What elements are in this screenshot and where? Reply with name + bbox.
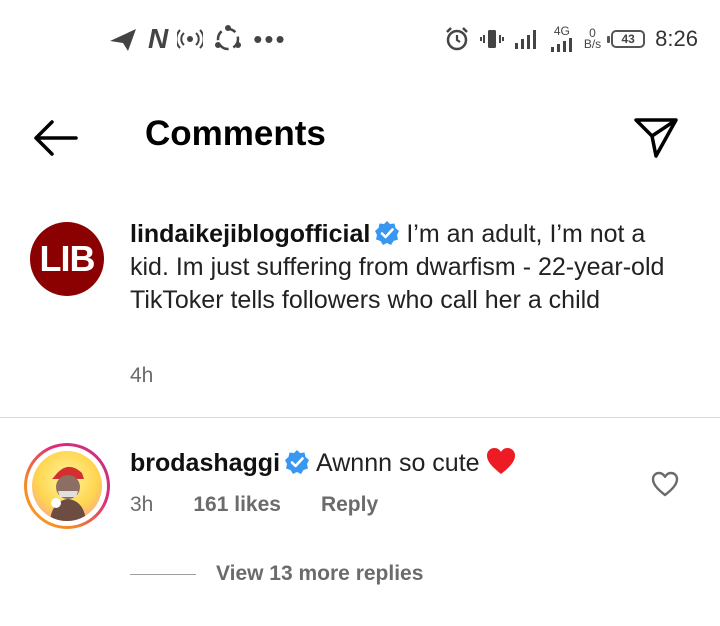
network-type-label: 4G bbox=[553, 23, 570, 38]
clock: 8:26 bbox=[655, 26, 698, 51]
network-type: 4G bbox=[550, 23, 574, 53]
sync-circle-icon bbox=[215, 25, 242, 51]
verified-badge-icon bbox=[285, 450, 310, 474]
comment-timestamp: 3h bbox=[130, 493, 154, 516]
caption-username[interactable]: lindaikejiblogofficial bbox=[130, 220, 370, 248]
status-left: N ••• bbox=[108, 24, 287, 54]
alarm-icon bbox=[445, 27, 468, 51]
verified-badge-icon bbox=[375, 221, 400, 245]
back-arrow-icon bbox=[34, 120, 78, 156]
n-app-icon: N bbox=[148, 23, 168, 54]
hotspot-icon bbox=[177, 29, 204, 49]
comment-likes[interactable]: 161 likes bbox=[193, 493, 281, 517]
header: Comments bbox=[0, 100, 720, 172]
like-comment-button[interactable] bbox=[650, 470, 680, 498]
battery-icon: 43 bbox=[607, 30, 646, 48]
comment-text-block: brodashaggi Awnnn so cute bbox=[130, 447, 516, 480]
comment-username[interactable]: brodashaggi bbox=[130, 449, 280, 477]
red-heart-emoji-icon bbox=[486, 448, 515, 474]
caption-timestamp: 4h bbox=[130, 364, 154, 387]
status-bar: N ••• 4G 0 B/s 43 8:26 bbox=[0, 0, 720, 80]
comment-row: brodashaggi Awnnn so cute 3h 161 likes R… bbox=[0, 440, 720, 540]
comment-text: Awnnn so cute bbox=[316, 449, 480, 477]
avatar-logo-text: LIB bbox=[39, 238, 96, 279]
status-right: 4G 0 B/s 43 8:26 bbox=[444, 24, 698, 54]
signal-icon bbox=[514, 30, 536, 49]
vibrate-icon bbox=[479, 30, 504, 48]
net-speed-unit: B/s bbox=[583, 37, 602, 51]
comment-meta: 3h 161 likes Reply bbox=[130, 493, 378, 517]
post-caption: LIB lindaikejiblogofficial I’m an adult,… bbox=[0, 218, 720, 418]
divider bbox=[0, 417, 720, 418]
heart-outline-icon bbox=[651, 471, 679, 497]
send-arrow-icon bbox=[110, 29, 136, 51]
comment-avatar[interactable] bbox=[24, 443, 110, 529]
page-title: Comments bbox=[145, 114, 326, 153]
avatar-illustration bbox=[32, 451, 102, 521]
replies-divider-line bbox=[130, 573, 196, 575]
reply-button[interactable]: Reply bbox=[321, 493, 378, 517]
view-more-replies[interactable]: View 13 more replies bbox=[130, 562, 423, 586]
view-more-replies-label: View 13 more replies bbox=[216, 562, 424, 585]
back-button[interactable] bbox=[30, 116, 80, 160]
battery-level: 43 bbox=[621, 32, 635, 46]
paper-plane-icon bbox=[634, 118, 678, 158]
more-notifications-icon: ••• bbox=[253, 24, 287, 54]
avatar[interactable]: LIB bbox=[30, 222, 104, 296]
signal-4g-icon bbox=[550, 37, 572, 52]
share-button[interactable] bbox=[632, 114, 680, 162]
caption-text-block: lindaikejiblogofficial I’m an adult, I’m… bbox=[130, 218, 690, 317]
net-speed: 0 B/s bbox=[583, 27, 602, 51]
